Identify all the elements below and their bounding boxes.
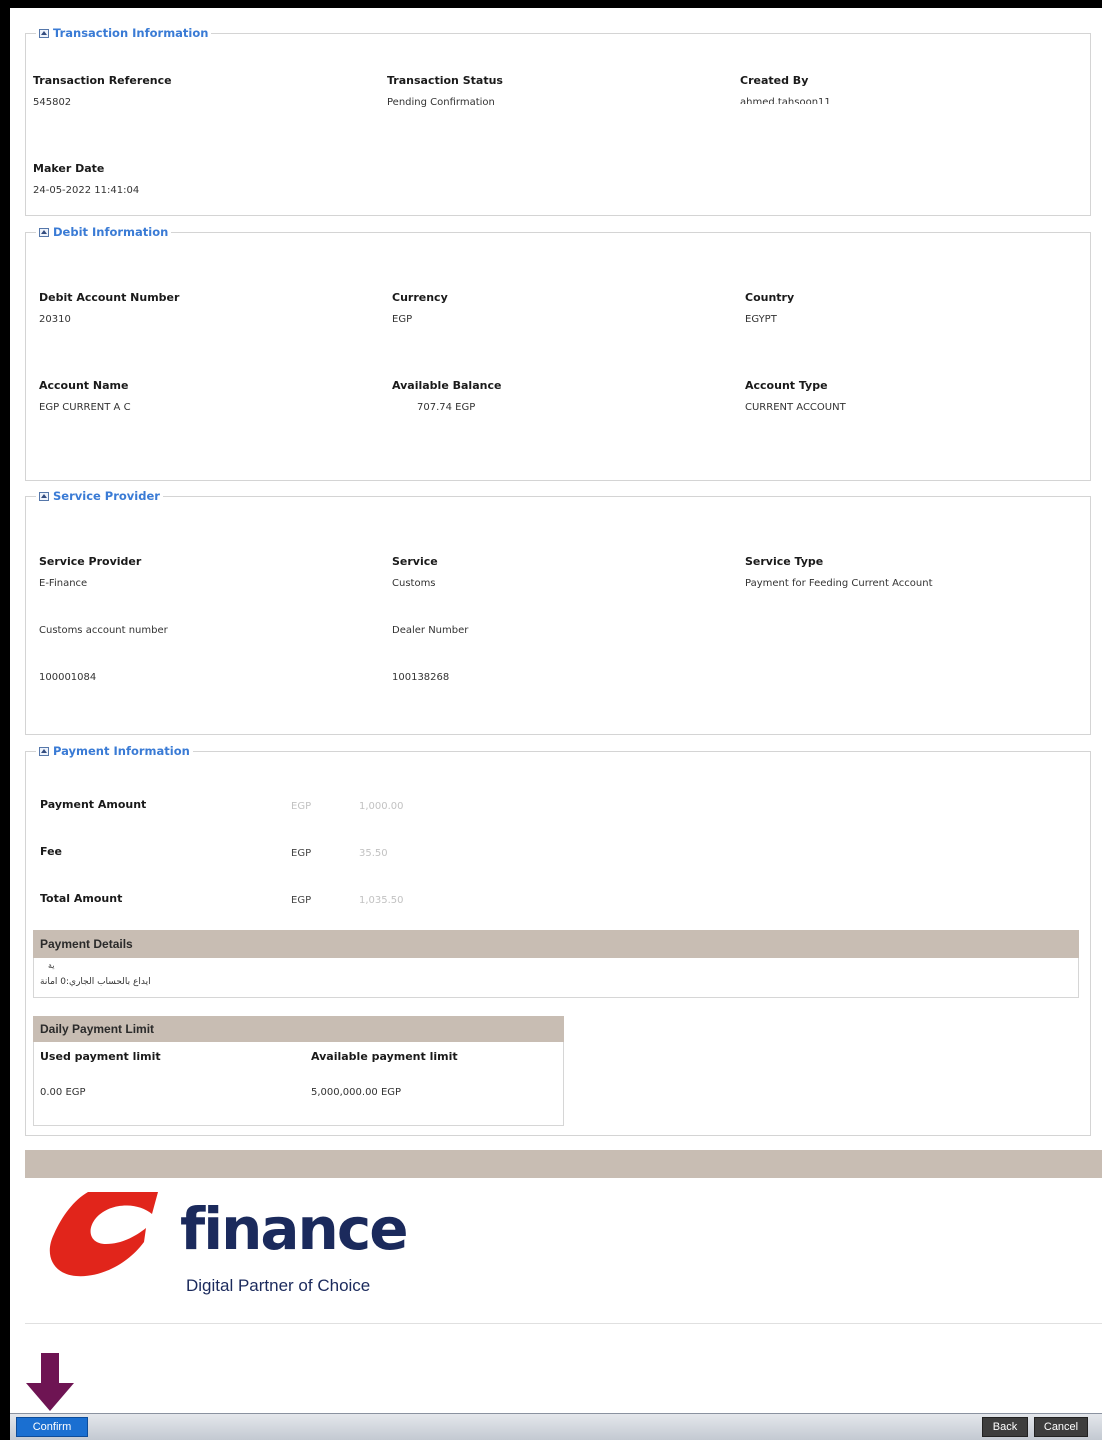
e-finance-logo-area: finance Digital Partner of Choice bbox=[25, 1178, 1102, 1324]
payment-amount-value: 1,000.00 bbox=[359, 801, 404, 812]
cancel-button[interactable]: Cancel bbox=[1034, 1417, 1088, 1437]
payment-information-legend[interactable]: Payment Information bbox=[36, 744, 193, 758]
section-title: Payment Information bbox=[53, 744, 190, 758]
used-payment-limit-value: 0.00 EGP bbox=[40, 1087, 86, 1098]
debit-account-number-label: Debit Account Number bbox=[39, 291, 180, 304]
payment-details-header: Payment Details bbox=[33, 930, 1079, 958]
country-label: Country bbox=[745, 291, 795, 304]
finance-wordmark: finance bbox=[180, 1195, 409, 1263]
section-title: Transaction Information bbox=[53, 26, 209, 40]
available-payment-limit-value: 5,000,000.00 EGP bbox=[311, 1087, 402, 1098]
available-balance-label: Available Balance bbox=[392, 379, 502, 392]
payment-amount-currency: EGP bbox=[291, 801, 312, 812]
service-value: Customs bbox=[392, 578, 436, 589]
collapse-icon[interactable] bbox=[39, 491, 49, 501]
debit-information-section: Debit Information Debit Account Number 2… bbox=[25, 225, 1091, 481]
dealer-number-value: 100138268 bbox=[392, 672, 450, 683]
footer-bar bbox=[25, 1150, 1102, 1178]
collapse-icon[interactable] bbox=[39, 746, 49, 756]
total-amount-value: 1,035.50 bbox=[359, 895, 404, 906]
currency-label: Currency bbox=[392, 291, 448, 304]
daily-payment-limit-header: Daily Payment Limit bbox=[33, 1016, 564, 1042]
dealer-number-label: Dealer Number bbox=[392, 625, 469, 636]
payment-amount-label: Payment Amount bbox=[40, 798, 147, 811]
total-amount-label: Total Amount bbox=[40, 892, 123, 905]
debit-information-legend[interactable]: Debit Information bbox=[36, 225, 171, 239]
service-provider-label: Service Provider bbox=[39, 555, 142, 568]
transaction-information-section: Transaction Information Transaction Refe… bbox=[25, 26, 1091, 216]
arrow-down-icon bbox=[26, 1353, 74, 1411]
created-by-value: ahmed.tahsoon11 bbox=[740, 97, 831, 104]
customs-account-number-label: Customs account number bbox=[39, 625, 168, 636]
customs-account-number-value: 100001084 bbox=[39, 672, 97, 683]
fee-label: Fee bbox=[40, 845, 62, 858]
service-provider-legend[interactable]: Service Provider bbox=[36, 489, 163, 503]
service-label: Service bbox=[392, 555, 438, 568]
available-payment-limit-label: Available payment limit bbox=[311, 1050, 458, 1063]
back-button[interactable]: Back bbox=[982, 1417, 1028, 1437]
service-provider-section: Service Provider Service Provider E-Fina… bbox=[25, 489, 1091, 735]
fee-value: 35.50 bbox=[359, 848, 388, 859]
payment-details-line-1: ية bbox=[48, 961, 55, 970]
collapse-icon[interactable] bbox=[39, 28, 49, 38]
section-title: Debit Information bbox=[53, 225, 169, 239]
currency-value: EGP bbox=[392, 314, 413, 325]
transaction-reference-value: 545802 bbox=[33, 97, 72, 108]
created-by-label: Created By bbox=[740, 74, 809, 87]
section-title: Service Provider bbox=[53, 489, 160, 503]
available-balance-value: 707.74 EGP bbox=[417, 402, 476, 413]
action-bar: Confirm Back Cancel bbox=[10, 1413, 1102, 1440]
account-name-label: Account Name bbox=[39, 379, 129, 392]
used-payment-limit-label: Used payment limit bbox=[40, 1050, 161, 1063]
country-value: EGYPT bbox=[745, 314, 777, 325]
e-finance-logo-icon bbox=[49, 1192, 158, 1277]
transaction-reference-label: Transaction Reference bbox=[33, 74, 172, 87]
fee-currency: EGP bbox=[291, 848, 312, 859]
payment-details-line-2: ايداع بالحساب الجاري:0 امانة bbox=[40, 977, 151, 987]
service-type-value: Payment for Feeding Current Account bbox=[745, 578, 933, 589]
account-name-value: EGP CURRENT A C bbox=[39, 402, 131, 413]
total-amount-currency: EGP bbox=[291, 895, 312, 906]
payment-information-section: Payment Information Payment Amount EGP 1… bbox=[25, 744, 1091, 1136]
maker-date-label: Maker Date bbox=[33, 162, 105, 175]
maker-date-value: 24-05-2022 11:41:04 bbox=[33, 185, 140, 196]
transaction-status-value: Pending Confirmation bbox=[387, 97, 495, 108]
transaction-page: Transaction Information Transaction Refe… bbox=[10, 8, 1102, 1440]
account-type-label: Account Type bbox=[745, 379, 828, 392]
service-provider-value: E-Finance bbox=[39, 578, 88, 589]
account-type-value: CURRENT ACCOUNT bbox=[745, 402, 846, 413]
collapse-icon[interactable] bbox=[39, 227, 49, 237]
service-type-label: Service Type bbox=[745, 555, 824, 568]
confirm-button[interactable]: Confirm bbox=[16, 1417, 88, 1437]
tagline: Digital Partner of Choice bbox=[186, 1276, 371, 1295]
debit-account-number-value: 20310 bbox=[39, 314, 71, 325]
transaction-information-legend[interactable]: Transaction Information bbox=[36, 26, 211, 40]
transaction-status-label: Transaction Status bbox=[387, 74, 503, 87]
